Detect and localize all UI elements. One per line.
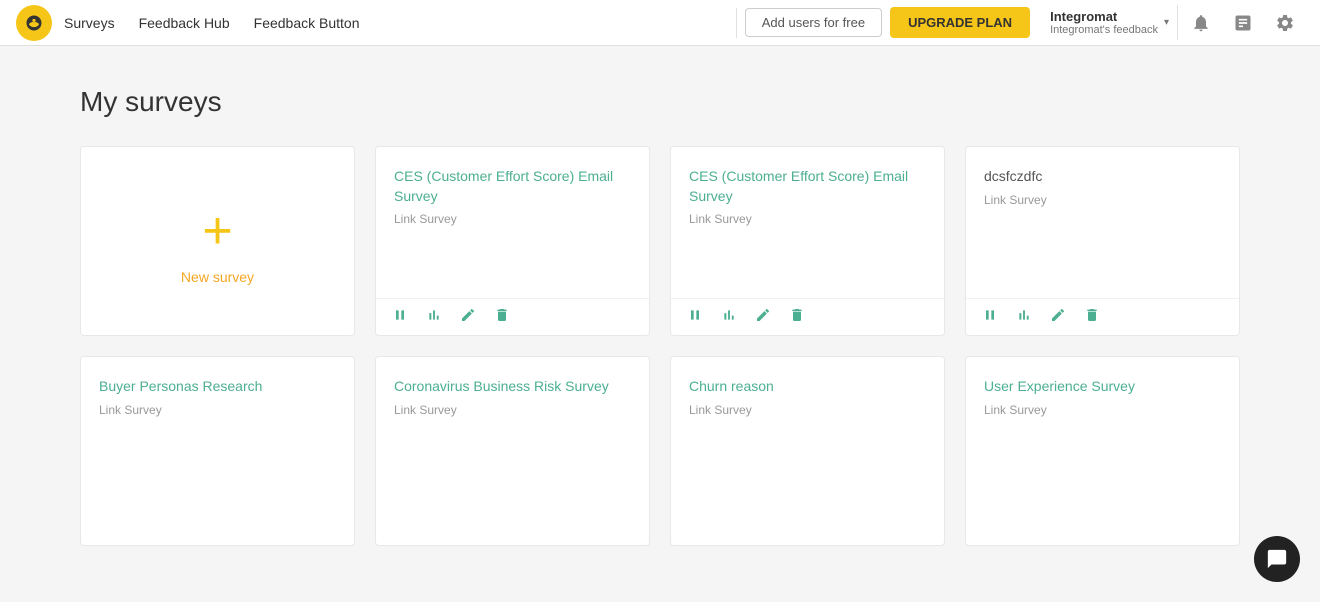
card-body-row2-1: Coronavirus Business Risk Survey Link Su… <box>376 357 649 545</box>
survey-card-0: CES (Customer Effort Score) Email Survey… <box>375 146 650 336</box>
page-title: My surveys <box>80 86 1240 118</box>
pages-button[interactable] <box>1224 4 1262 42</box>
survey-card-1: CES (Customer Effort Score) Email Survey… <box>670 146 945 336</box>
survey-card-row2-2: Churn reason Link Survey <box>670 356 945 546</box>
navbar-right: Integromat Integromat's feedback ▾ <box>1042 4 1304 42</box>
plus-icon: + <box>202 205 232 257</box>
nav-divider <box>736 8 737 38</box>
nav-feedback-button[interactable]: Feedback Button <box>254 15 360 31</box>
survey-card-row2-1: Coronavirus Business Risk Survey Link Su… <box>375 356 650 546</box>
card-body-row2-2: Churn reason Link Survey <box>671 357 944 545</box>
card-type-row2-3: Link Survey <box>984 403 1047 417</box>
pause-icon-2[interactable] <box>982 307 998 327</box>
card-footer-2 <box>966 298 1239 335</box>
card-body-0: CES (Customer Effort Score) Email Survey… <box>376 147 649 298</box>
trash-icon-0[interactable] <box>494 307 510 327</box>
card-type-row2-1: Link Survey <box>394 403 457 417</box>
navbar: Surveys Feedback Hub Feedback Button Add… <box>0 0 1320 46</box>
settings-button[interactable] <box>1266 4 1304 42</box>
new-survey-body: + New survey <box>81 147 354 335</box>
survey-grid: + New survey CES (Customer Effort Score)… <box>80 146 1240 546</box>
account-selector[interactable]: Integromat Integromat's feedback ▾ <box>1042 5 1178 40</box>
chart-icon-0[interactable] <box>426 307 442 327</box>
card-title-row2-0[interactable]: Buyer Personas Research <box>99 377 262 397</box>
logo[interactable] <box>16 5 52 41</box>
survey-card-row2-0: Buyer Personas Research Link Survey <box>80 356 355 546</box>
card-body-1: CES (Customer Effort Score) Email Survey… <box>671 147 944 298</box>
edit-icon-0[interactable] <box>460 307 476 327</box>
trash-icon-2[interactable] <box>1084 307 1100 327</box>
edit-icon-2[interactable] <box>1050 307 1066 327</box>
nav-feedback-hub[interactable]: Feedback Hub <box>139 15 230 31</box>
nav-links: Surveys Feedback Hub Feedback Button <box>64 15 728 31</box>
card-type-2: Link Survey <box>984 193 1047 207</box>
card-title-row2-3[interactable]: User Experience Survey <box>984 377 1135 397</box>
edit-icon-1[interactable] <box>755 307 771 327</box>
account-sub: Integromat's feedback <box>1050 24 1158 36</box>
card-title-row2-2[interactable]: Churn reason <box>689 377 774 397</box>
chart-icon-2[interactable] <box>1016 307 1032 327</box>
trash-icon-1[interactable] <box>789 307 805 327</box>
chat-bubble-button[interactable] <box>1254 536 1300 582</box>
chart-icon-1[interactable] <box>721 307 737 327</box>
card-title-2[interactable]: dcsfczdfc <box>984 167 1042 187</box>
survey-card-2: dcsfczdfc Link Survey <box>965 146 1240 336</box>
survey-card-row2-3: User Experience Survey Link Survey <box>965 356 1240 546</box>
card-body-row2-0: Buyer Personas Research Link Survey <box>81 357 354 545</box>
pause-icon-1[interactable] <box>687 307 703 327</box>
card-footer-1 <box>671 298 944 335</box>
card-body-row2-3: User Experience Survey Link Survey <box>966 357 1239 545</box>
account-name: Integromat <box>1050 9 1158 24</box>
card-type-0: Link Survey <box>394 212 457 226</box>
card-title-row2-1[interactable]: Coronavirus Business Risk Survey <box>394 377 609 397</box>
new-survey-label: New survey <box>181 269 254 285</box>
card-type-1: Link Survey <box>689 212 752 226</box>
card-title-1[interactable]: CES (Customer Effort Score) Email Survey <box>689 167 926 206</box>
chevron-down-icon: ▾ <box>1164 17 1169 28</box>
main-content: My surveys + New survey CES (Customer Ef… <box>40 46 1280 586</box>
card-body-2: dcsfczdfc Link Survey <box>966 147 1239 298</box>
upgrade-plan-button[interactable]: UPGRADE PLAN <box>890 7 1030 38</box>
nav-surveys[interactable]: Surveys <box>64 15 115 31</box>
notifications-button[interactable] <box>1182 4 1220 42</box>
card-type-row2-2: Link Survey <box>689 403 752 417</box>
add-users-button[interactable]: Add users for free <box>745 8 882 37</box>
card-title-0[interactable]: CES (Customer Effort Score) Email Survey <box>394 167 631 206</box>
card-type-row2-0: Link Survey <box>99 403 162 417</box>
pause-icon-0[interactable] <box>392 307 408 327</box>
new-survey-card[interactable]: + New survey <box>80 146 355 336</box>
card-footer-0 <box>376 298 649 335</box>
